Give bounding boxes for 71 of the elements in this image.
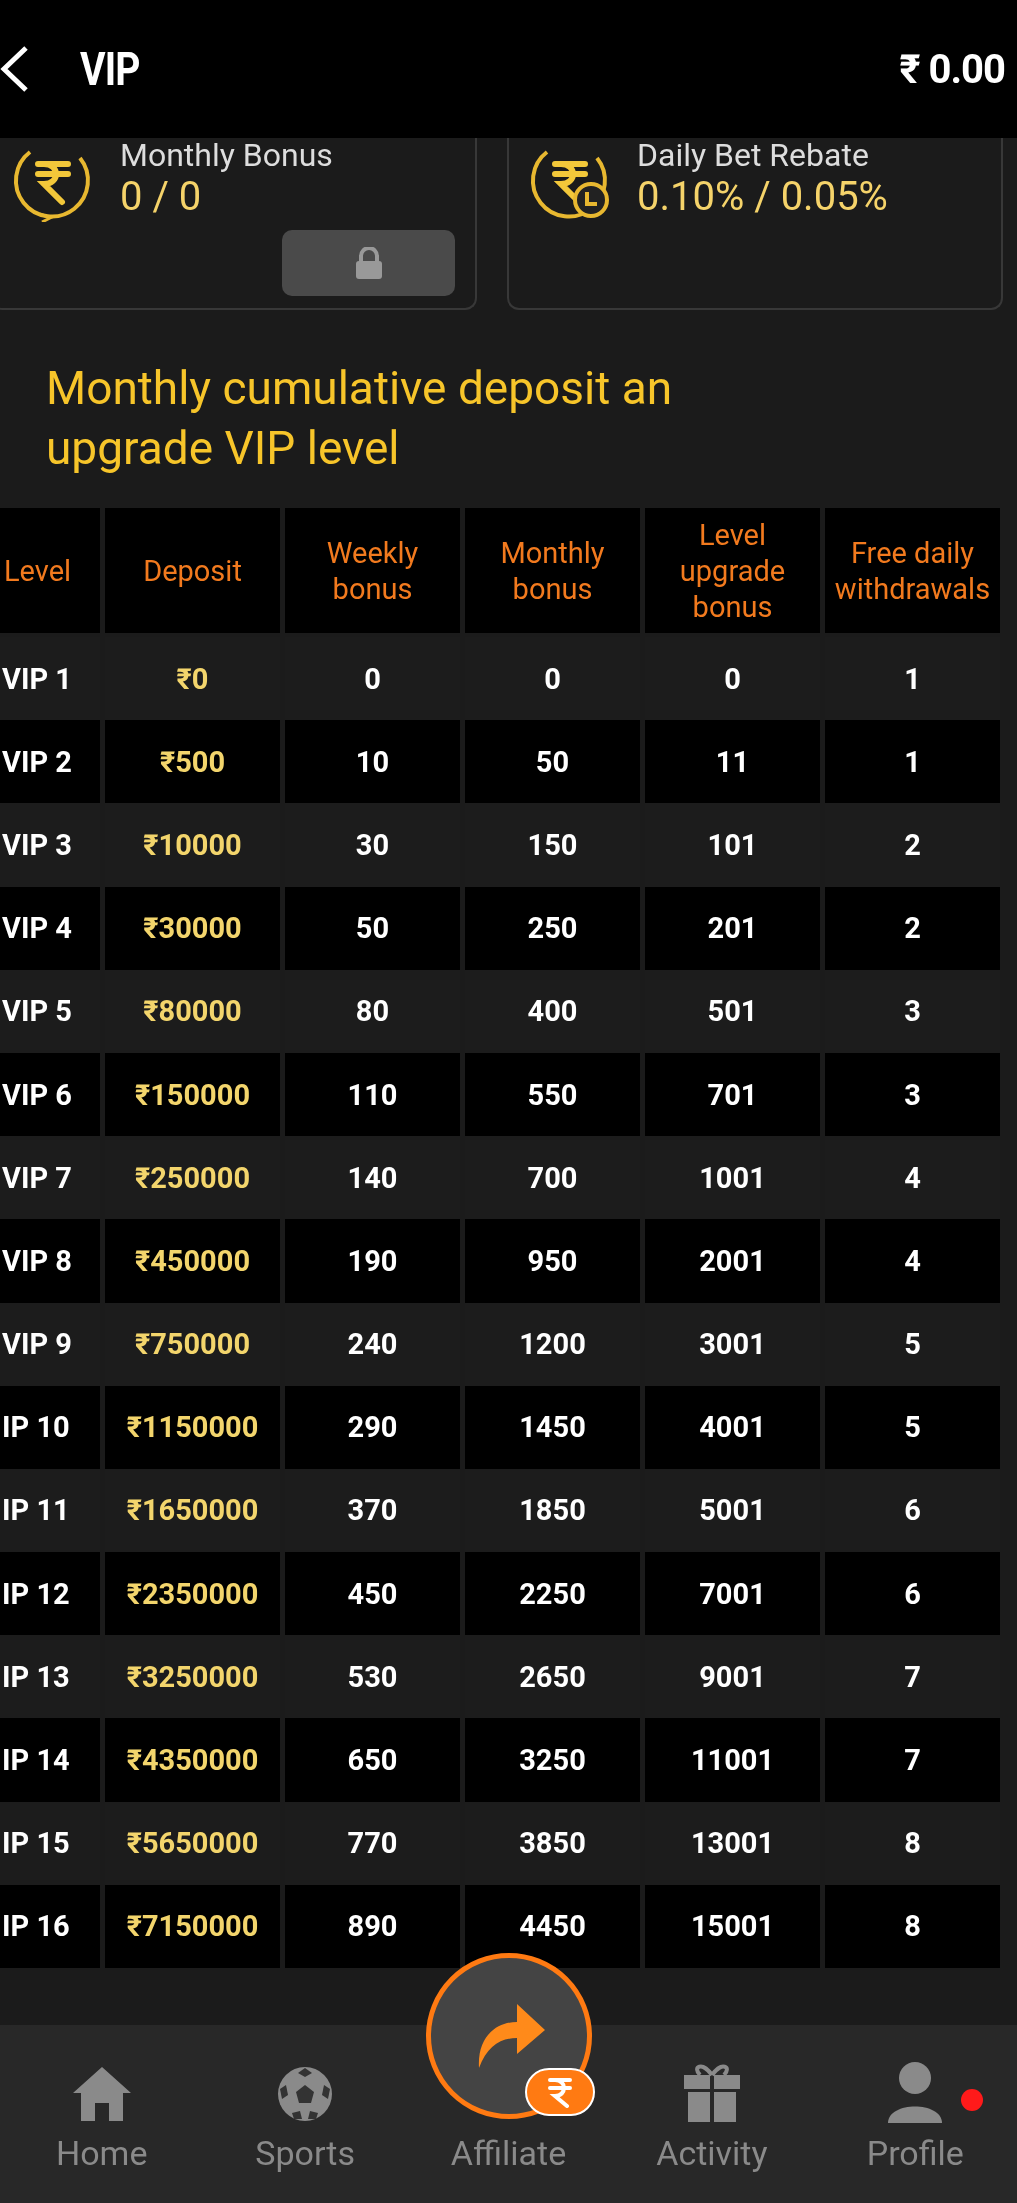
- table-cell: 4001: [645, 1385, 820, 1469]
- column-header: Deposit: [105, 508, 280, 633]
- card-value: 0 / 0: [120, 173, 203, 222]
- card-value: 0.10% / 0.05%: [637, 173, 888, 222]
- table-cell: IP 16: [0, 1884, 100, 1968]
- table-cell: 6: [825, 1552, 1000, 1636]
- user-icon: [886, 2061, 945, 2123]
- table-cell: 950: [465, 1219, 640, 1303]
- table-cell: 5: [825, 1385, 1000, 1469]
- table-cell: ₹1150000: [105, 1385, 280, 1469]
- page-title: VIP: [80, 42, 141, 96]
- soccer-ball-icon: [276, 2065, 335, 2123]
- nav-item[interactable]: Affiliate: [406, 2123, 611, 2203]
- table-cell: IP 14: [0, 1718, 100, 1802]
- table-cell: 50: [465, 720, 640, 804]
- table-cell: 1: [825, 720, 1000, 804]
- table-cell: VIP 6: [0, 1052, 100, 1137]
- column-header: Monthly bonus: [465, 508, 640, 633]
- nav-item[interactable]: Profile: [813, 2061, 1017, 2203]
- table-cell: ₹450000: [105, 1219, 280, 1303]
- table-cell: VIP 4: [0, 886, 100, 970]
- table-cell: IP 12: [0, 1552, 100, 1636]
- table-cell: ₹2350000: [105, 1552, 280, 1636]
- lock-icon: [354, 247, 383, 279]
- table-cell: 290: [285, 1385, 460, 1469]
- locked-button[interactable]: [282, 230, 455, 296]
- column-header: Weekly bonus: [285, 508, 460, 633]
- column-header: Free daily withdrawals: [825, 508, 1000, 633]
- nav-item[interactable]: Sports: [203, 2065, 407, 2203]
- balance: ₹ 0.00: [899, 45, 1005, 93]
- card-title: Monthly Bonus: [120, 138, 333, 174]
- nav-item[interactable]: Activity: [610, 2061, 814, 2203]
- table-cell: 2: [825, 886, 1000, 970]
- section-title: Monthly cumulative deposit an upgrade VIP level: [45, 360, 674, 477]
- table-cell: 110: [285, 1052, 460, 1137]
- rupee-icon: [546, 2076, 573, 2108]
- table-cell: VIP 8: [0, 1219, 100, 1303]
- table-cell: 7001: [645, 1552, 820, 1636]
- table-cell: 190: [285, 1219, 460, 1303]
- table-cell: 8: [825, 1884, 1000, 1968]
- table-cell: 4: [825, 1219, 1000, 1303]
- table-cell: 3: [825, 1052, 1000, 1137]
- table-cell: 2250: [465, 1552, 640, 1636]
- table-cell: ₹30000: [105, 886, 280, 970]
- table-cell: 1450: [465, 1385, 640, 1469]
- table-cell: 550: [465, 1052, 640, 1137]
- table-cell: IP 10: [0, 1385, 100, 1469]
- table-cell: 50: [285, 886, 460, 970]
- table-cell: 15001: [645, 1884, 820, 1968]
- table-cell: ₹7150000: [105, 1884, 280, 1968]
- table-cell: ₹4350000: [105, 1718, 280, 1802]
- column-header: Level upgrade bonus: [645, 508, 820, 633]
- card-title: Daily Bet Rebate: [637, 138, 870, 174]
- table-cell: 890: [285, 1884, 460, 1968]
- table-cell: 11001: [645, 1718, 820, 1802]
- table-cell: 701: [645, 1052, 820, 1137]
- table-cell: ₹150000: [105, 1052, 280, 1137]
- table-cell: 10: [285, 720, 460, 804]
- column-header: Level: [0, 508, 100, 633]
- table-cell: 450: [285, 1552, 460, 1636]
- table-cell: 11: [645, 720, 820, 804]
- table-cell: 201: [645, 886, 820, 970]
- table-cell: 250: [465, 886, 640, 970]
- table-cell: 650: [285, 1718, 460, 1802]
- back-icon[interactable]: [0, 44, 30, 94]
- table-cell: VIP 2: [0, 720, 100, 804]
- table-cell: 3250: [465, 1718, 640, 1802]
- table-cell: 2001: [645, 1219, 820, 1303]
- table-cell: 7: [825, 1718, 1000, 1802]
- table-cell: ₹500: [105, 720, 280, 804]
- nav-item[interactable]: Home: [0, 2065, 204, 2203]
